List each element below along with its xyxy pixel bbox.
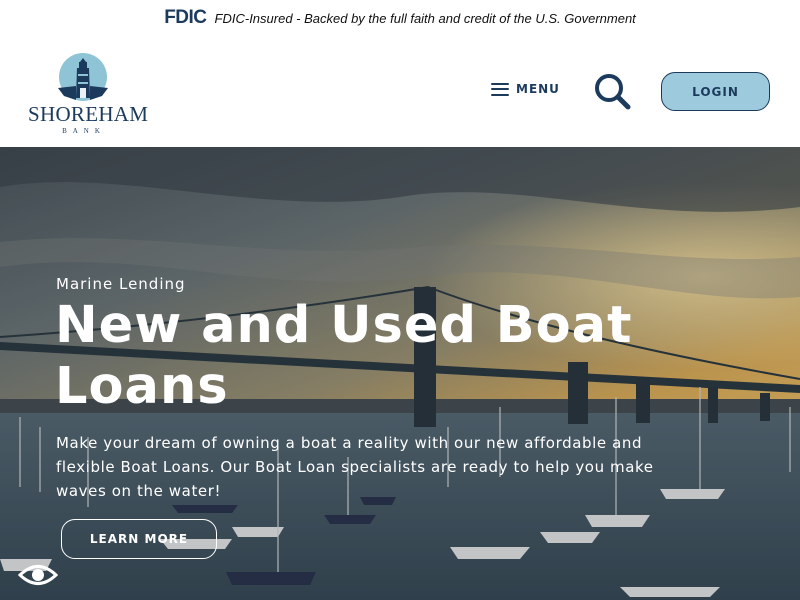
menu-label: MENU (516, 82, 560, 96)
hero-description: Make your dream of owning a boat a reali… (56, 434, 654, 500)
hero-eyebrow: Marine Lending (56, 275, 186, 293)
learn-more-button[interactable]: LEARN MORE (61, 519, 217, 559)
fdic-notice: FDIC-Insured - Backed by the full faith … (214, 10, 636, 26)
search-icon[interactable] (592, 71, 632, 111)
site-header: SHOREHAM BANK MENU LOGIN (0, 36, 800, 147)
hamburger-icon (491, 82, 509, 96)
hero-title: New and Used Boat Loans (55, 296, 633, 416)
fdic-banner: FDIC FDIC-Insured - Backed by the full f… (0, 0, 800, 36)
logo-subtitle: BANK (62, 127, 106, 135)
bank-logo[interactable]: SHOREHAM BANK (28, 52, 149, 138)
menu-button[interactable]: MENU (491, 82, 560, 96)
lighthouse-icon (58, 53, 108, 101)
hero-banner: Marine Lending New and Used Boat Loans M… (0, 147, 800, 600)
login-button[interactable]: LOGIN (661, 72, 770, 111)
eye-icon[interactable] (18, 560, 58, 590)
logo-name: SHOREHAM (28, 102, 149, 126)
fdic-logo: FDIC (164, 7, 207, 28)
